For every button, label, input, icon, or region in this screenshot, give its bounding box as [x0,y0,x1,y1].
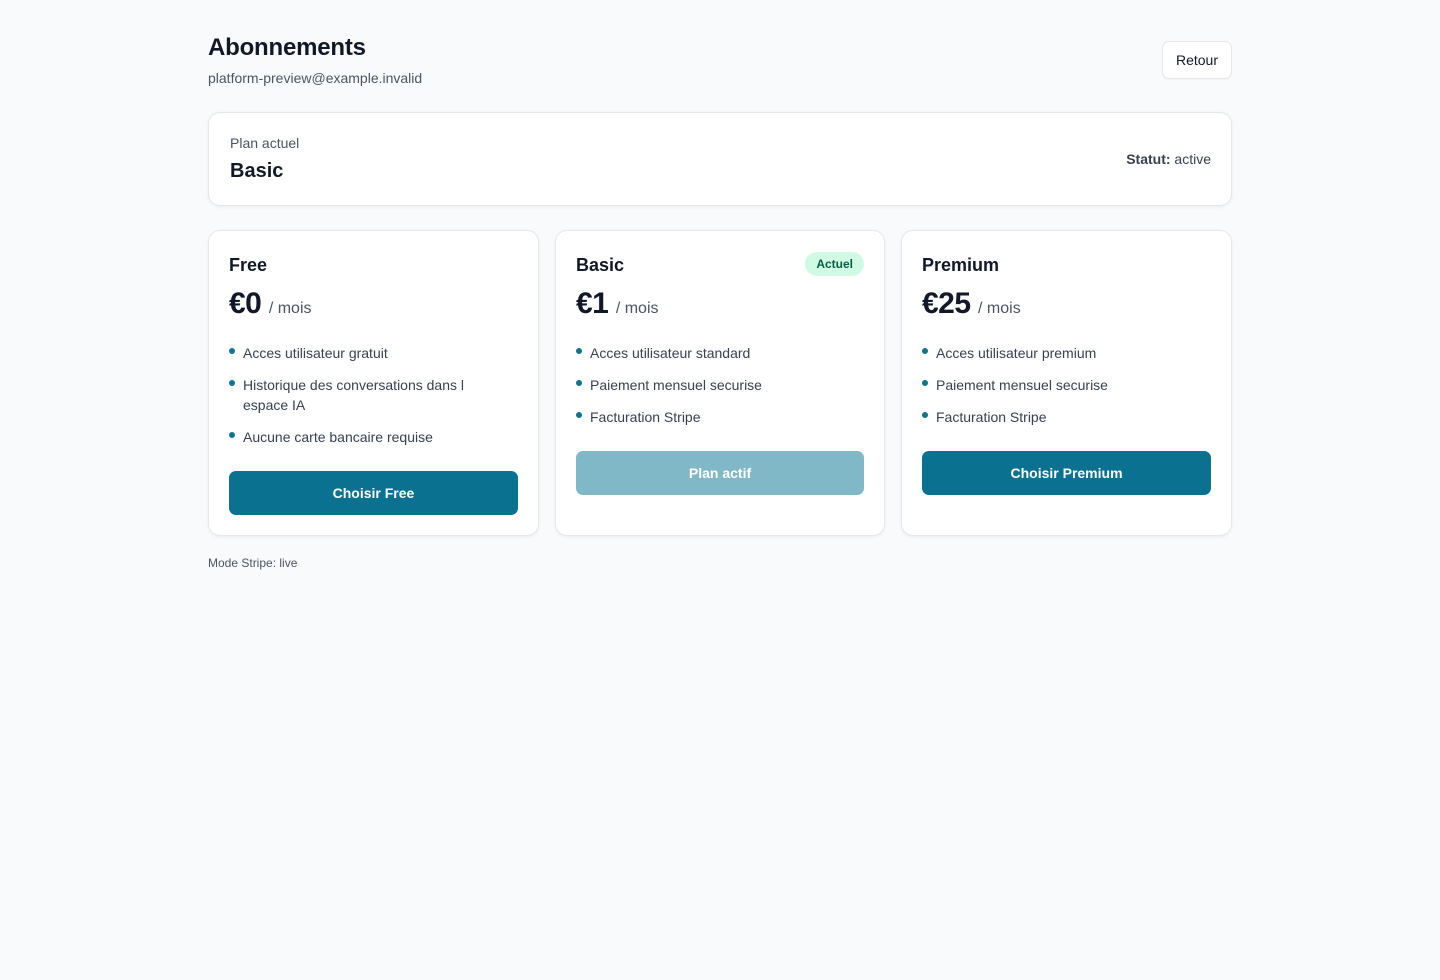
choose-free-button[interactable]: Choisir Free [229,471,518,515]
current-plan-status: Statut: active [1126,151,1211,167]
plan-features: Acces utilisateur premium Paiement mensu… [922,343,1191,439]
status-value: active [1174,151,1211,167]
stripe-mode-note: Mode Stripe: live [208,556,298,570]
feature-text: Historique des conversations dans l espa… [243,377,465,413]
plan-name: Premium [922,255,1000,275]
plan-card-basic: Basic Actuel €1 / mois Acces utilisateur… [555,230,885,536]
feature-text: Acces utilisateur premium [936,345,1097,361]
bullet-dot-icon [576,412,582,418]
feature-item: Historique des conversations dans l espa… [229,375,498,415]
user-email: platform-preview@example.invalid [208,70,423,86]
current-plan-label: Plan actuel [230,135,300,151]
bullet-dot-icon [922,412,928,418]
feature-item: Facturation Stripe [576,407,844,427]
plan-card-free: Free €0 / mois Acces utilisateur gratuit… [208,230,539,536]
feature-item: Aucune carte bancaire requise [229,427,498,447]
bullet-dot-icon [576,348,582,354]
feature-item: Facturation Stripe [922,407,1191,427]
active-plan-button: Plan actif [576,451,864,495]
feature-item: Paiement mensuel securise [576,375,844,395]
feature-text: Acces utilisateur standard [590,345,751,361]
feature-text: Acces utilisateur gratuit [243,345,388,361]
plan-price: €25 / mois [922,287,1021,321]
feature-text: Aucune carte bancaire requise [243,429,433,445]
feature-text: Facturation Stripe [590,409,701,425]
back-button[interactable]: Retour [1162,41,1232,79]
plan-card-premium: Premium €25 / mois Acces utilisateur pre… [901,230,1232,536]
bullet-dot-icon [229,348,235,354]
plan-features: Acces utilisateur gratuit Historique des… [229,343,498,459]
feature-item: Paiement mensuel securise [922,375,1191,395]
plan-list: Free €0 / mois Acces utilisateur gratuit… [208,230,1232,536]
bullet-dot-icon [229,380,235,386]
plan-price-amount: €1 [576,287,609,320]
current-plan-badge: Actuel [805,252,864,276]
feature-item: Acces utilisateur gratuit [229,343,498,363]
current-plan-card: Plan actuel Basic Statut: active [208,112,1232,206]
plan-price-amount: €25 [922,287,971,320]
bullet-dot-icon [229,432,235,438]
plan-price-amount: €0 [229,287,262,320]
plan-price: €1 / mois [576,287,659,321]
plan-price-period: / mois [615,300,659,317]
choose-premium-button[interactable]: Choisir Premium [922,451,1211,495]
feature-text: Facturation Stripe [936,409,1047,425]
feature-text: Paiement mensuel securise [936,377,1108,393]
plan-price: €0 / mois [229,287,312,321]
feature-text: Paiement mensuel securise [590,377,762,393]
page-title: Abonnements [208,34,366,61]
bullet-dot-icon [922,380,928,386]
status-key: Statut: [1126,151,1171,167]
feature-item: Acces utilisateur premium [922,343,1191,363]
plan-name: Free [229,255,268,275]
bullet-dot-icon [576,380,582,386]
feature-item: Acces utilisateur standard [576,343,844,363]
plan-price-period: / mois [978,300,1021,317]
bullet-dot-icon [922,348,928,354]
subscriptions-page: Abonnements platform-preview@example.inv… [208,0,1232,570]
current-plan-name: Basic [230,160,284,182]
plan-features: Acces utilisateur standard Paiement mens… [576,343,844,439]
plan-name: Basic [576,255,625,275]
plan-price-period: / mois [268,300,312,317]
page-header: Abonnements platform-preview@example.inv… [208,0,1232,112]
